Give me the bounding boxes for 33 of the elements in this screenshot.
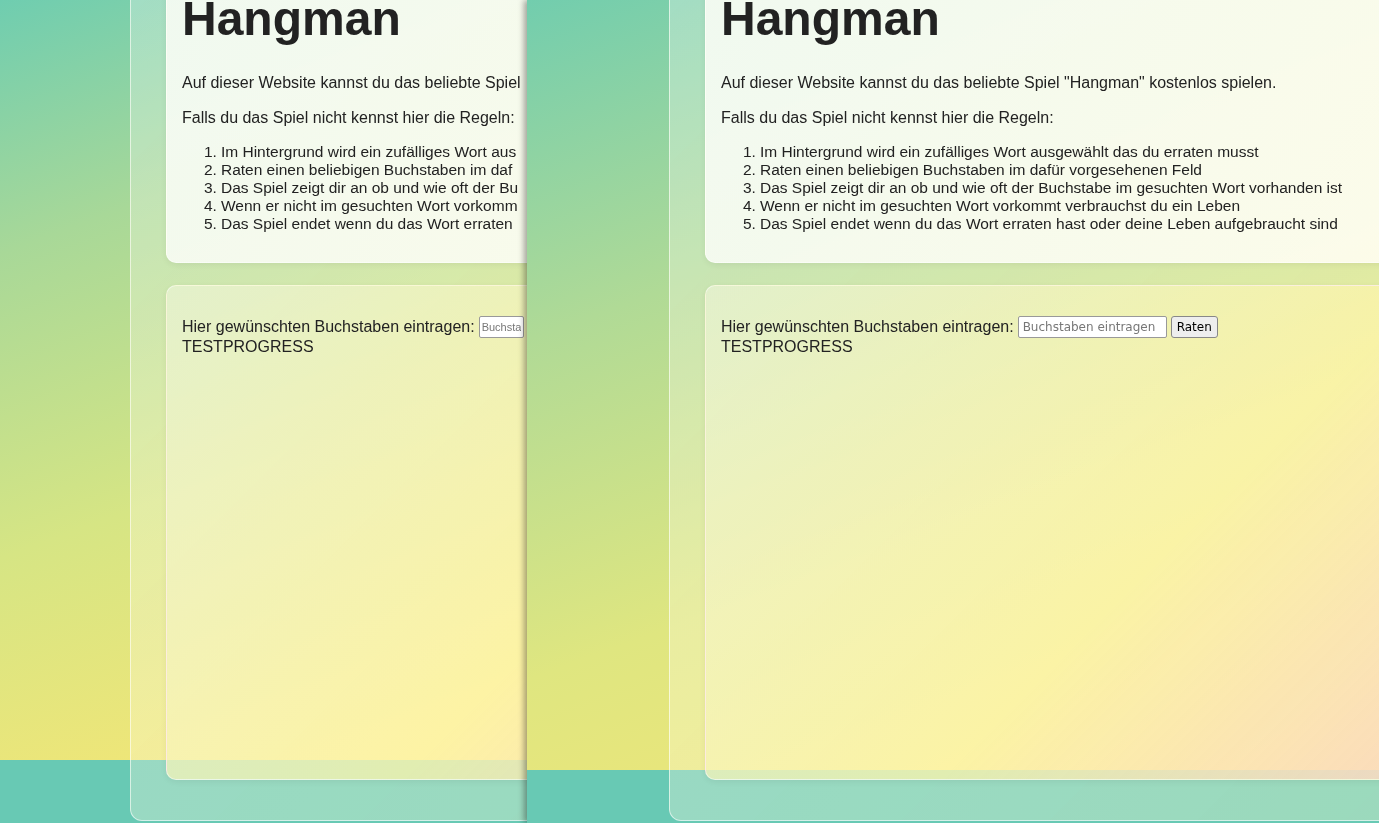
rule-item: Raten einen beliebigen Buchstaben im daf	[220, 161, 513, 179]
rule-item: Im Hintergrund wird ein zufälliges Wort ausgewählt das du erraten musst	[759, 143, 1259, 161]
list-number: 1.	[204, 143, 217, 161]
rule-item: Das Spiel endet wenn du das Wort erraten hast oder deine Leben aufgebraucht sind	[759, 215, 1338, 233]
list-number: 5.	[204, 215, 217, 233]
list-number: 5.	[743, 215, 756, 233]
rules-label: Falls du das Spiel nicht kennst hier die Regeln:	[721, 109, 1055, 127]
list-number: 3.	[204, 179, 217, 197]
list-number: 4.	[204, 197, 217, 215]
intro-text: Auf dieser Website kannst du das beliebte Spiel	[182, 74, 522, 92]
input-label: Hier gewünschten Buchstaben eintragen:	[721, 318, 1014, 336]
progress-text: TESTPROGRESS	[721, 338, 854, 356]
input-label: Hier gewünschten Buchstaben eintragen:	[182, 318, 475, 336]
rules-label: Falls du das Spiel nicht kennst hier die Regeln:	[182, 109, 516, 127]
page-title: Hangman	[721, 0, 941, 47]
rule-item: Wenn er nicht im gesuchten Wort vorkommt verbrauchst du ein Leben	[759, 197, 1241, 215]
rule-item: Das Spiel zeigt dir an ob und wie oft der Bu	[220, 179, 519, 197]
list-number: 3.	[743, 179, 756, 197]
letter-input[interactable]: Buchstaben eintragen	[1017, 316, 1167, 338]
rule-item: Das Spiel zeigt dir an ob und wie oft der Buchstabe im gesuchten Wort vorhanden ist	[759, 179, 1343, 197]
list-number: 1.	[743, 143, 756, 161]
guess-button[interactable]: Raten	[1170, 316, 1218, 338]
rule-item: Raten einen beliebigen Buchstaben im dafür vorgesehenen Feld	[759, 161, 1202, 179]
intro-text: Auf dieser Website kannst du das beliebte Spiel "Hangman" kostenlos spielen.	[721, 74, 1278, 92]
rule-item: Wenn er nicht im gesuchten Wort vorkomm	[220, 197, 518, 215]
progress-text: TESTPROGRESS	[182, 338, 315, 356]
list-number: 4.	[743, 197, 756, 215]
letter-input[interactable]: Buchsta	[478, 316, 524, 338]
list-number: 2.	[743, 161, 756, 179]
list-number: 2.	[204, 161, 217, 179]
rule-item: Im Hintergrund wird ein zufälliges Wort aus	[220, 143, 517, 161]
rule-item: Das Spiel endet wenn du das Wort erraten	[220, 215, 513, 233]
page-title: Hangman	[182, 0, 402, 47]
